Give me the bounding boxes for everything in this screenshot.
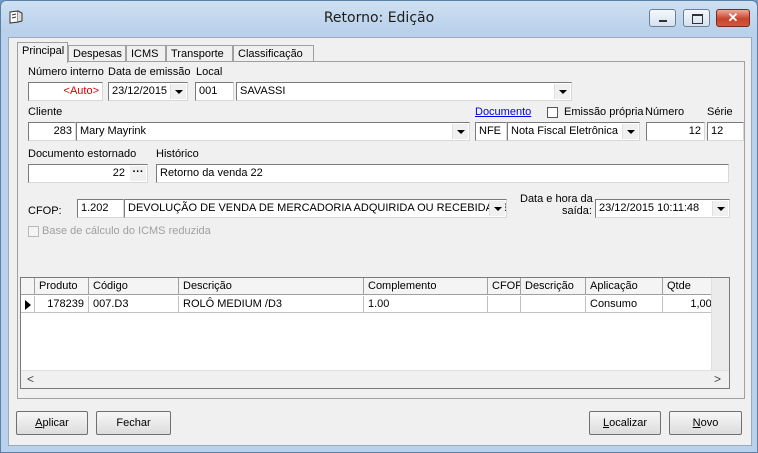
data-emissao-value: 23/12/2015 (112, 85, 168, 97)
vertical-scrollbar[interactable] (711, 278, 729, 372)
cliente-name-value: Mary Mayrink (80, 125, 147, 137)
serie-field[interactable]: 12 (707, 122, 744, 141)
historico-label: Histórico (156, 148, 199, 160)
grid-header-produto[interactable]: Produto (35, 278, 89, 295)
close-button[interactable]: ✕ (716, 9, 750, 27)
data-emissao-label: Data de emissão (108, 66, 191, 78)
maximize-icon (692, 14, 703, 24)
minimize-button[interactable] (649, 9, 676, 27)
table-row-codigo[interactable]: 007.D3 (89, 296, 179, 313)
emissao-propria-checkbox[interactable] (547, 107, 558, 118)
current-row-icon (25, 300, 31, 310)
grid-header-v[interactable]: V (729, 278, 730, 295)
ellipsis-button[interactable]: ··· (130, 166, 146, 181)
local-select[interactable]: SAVASSI (236, 82, 572, 101)
documento-select[interactable]: Nota Fiscal Eletrônica (507, 122, 640, 141)
fechar-button[interactable]: Fechar (96, 411, 171, 435)
cliente-select[interactable]: Mary Mayrink (76, 122, 470, 141)
numero-interno-field[interactable]: <Auto> (28, 82, 103, 101)
cfop-code-field[interactable]: 1.202 (77, 199, 124, 218)
grid-header-codigo[interactable]: Código (89, 278, 179, 295)
documento-estornado-value: 22 (112, 167, 125, 179)
documento-estornado-label: Documento estornado (28, 148, 137, 160)
serie-label: Série (707, 106, 733, 118)
emissao-propria-label: Emissão própria (564, 106, 644, 118)
tab-icms[interactable]: ICMS (126, 45, 166, 62)
table-row-cfop[interactable] (488, 296, 521, 313)
numero-field[interactable]: 12 (646, 122, 705, 141)
chevron-down-icon[interactable] (622, 124, 638, 139)
table-row-descricao[interactable]: ROLÔ MEDIUM /D3 (179, 296, 364, 313)
base-icms-checkbox[interactable] (28, 226, 39, 237)
data-hora-saida-field[interactable]: 23/12/2015 10:11:48 (595, 199, 730, 218)
grid-header-descricao-cfop[interactable]: Descrição (521, 278, 586, 295)
cliente-label: Cliente (28, 106, 63, 118)
documento-name-value: Nota Fiscal Eletrônica (511, 125, 618, 137)
tab-classificacao[interactable]: Classificação (233, 45, 314, 62)
title-bar[interactable]: Retorno: Edição ✕ (1, 1, 757, 35)
novo-button[interactable]: Novo (669, 411, 742, 435)
tab-principal[interactable]: Principal (17, 42, 68, 63)
close-icon: ✕ (727, 10, 739, 25)
cfop-label: CFOP: (28, 205, 62, 217)
cfop-select[interactable]: DEVOLUÇÃO DE VENDA DE MERCADORIA ADQUIRI… (124, 199, 507, 218)
data-emissao-field[interactable]: 23/12/2015 (108, 82, 188, 101)
local-name-value: SAVASSI (240, 85, 286, 97)
minimize-icon (659, 20, 667, 22)
table-row-complemento[interactable]: 1.00 (364, 296, 488, 313)
client-area: Principal Despesas ICMS Transporte Class… (8, 37, 752, 446)
chevron-down-icon[interactable] (452, 124, 468, 139)
horizontal-scrollbar[interactable]: < > (21, 370, 729, 388)
data-hora-saida-label-1: Data e hora da (520, 193, 593, 205)
data-hora-saida-label-2: saída: (562, 205, 592, 217)
main-window: Retorno: Edição ✕ Principal Despesas ICM… (0, 0, 758, 453)
scroll-left-icon[interactable]: < (27, 372, 34, 386)
documento-code-field[interactable]: NFE (475, 122, 507, 141)
tab-despesas[interactable]: Despesas (68, 45, 126, 62)
local-label: Local (196, 66, 223, 78)
table-row-v[interactable] (729, 296, 730, 313)
scroll-right-icon[interactable]: > (714, 372, 721, 386)
maximize-button[interactable] (683, 9, 710, 27)
grid-header-aplicacao[interactable]: Aplicação (586, 278, 663, 295)
table-row-descricao-cfop[interactable] (521, 296, 586, 313)
grid-header-complemento[interactable]: Complemento (364, 278, 488, 295)
cliente-code-field[interactable]: 283 (28, 122, 76, 141)
chevron-down-icon[interactable] (712, 201, 728, 216)
chevron-down-icon[interactable] (489, 201, 505, 216)
table-row-aplicacao[interactable]: Consumo (586, 296, 663, 313)
aplicar-button[interactable]: Aplicar (16, 411, 88, 435)
chevron-down-icon[interactable] (554, 84, 570, 99)
historico-field[interactable]: Retorno da venda 22 (156, 164, 729, 183)
documento-estornado-field[interactable]: 22 ··· (28, 164, 148, 183)
numero-interno-label: Número interno (28, 66, 104, 78)
local-code-field[interactable]: 001 (195, 82, 234, 101)
base-icms-label: Base de cálculo do ICMS reduzida (42, 225, 211, 237)
items-grid[interactable]: Produto Código Descrição Complemento CFO… (20, 277, 730, 389)
data-hora-saida-value: 23/12/2015 10:11:48 (599, 202, 700, 214)
documento-link[interactable]: Documento (475, 106, 531, 118)
window-title: Retorno: Edição (323, 10, 435, 26)
row-indicator (21, 296, 35, 313)
localizar-button[interactable]: Localizar (589, 411, 661, 435)
table-row-produto[interactable]: 178239 (35, 296, 89, 313)
grid-header-descricao[interactable]: Descrição (179, 278, 364, 295)
chevron-down-icon[interactable] (170, 84, 186, 99)
numero-label: Número (645, 106, 685, 118)
tab-transporte[interactable]: Transporte (166, 45, 233, 62)
grid-header-cfop[interactable]: CFOP (488, 278, 521, 295)
grid-indicator-header (21, 278, 35, 295)
cfop-name-value: DEVOLUÇÃO DE VENDA DE MERCADORIA ADQUIRI… (128, 202, 507, 214)
